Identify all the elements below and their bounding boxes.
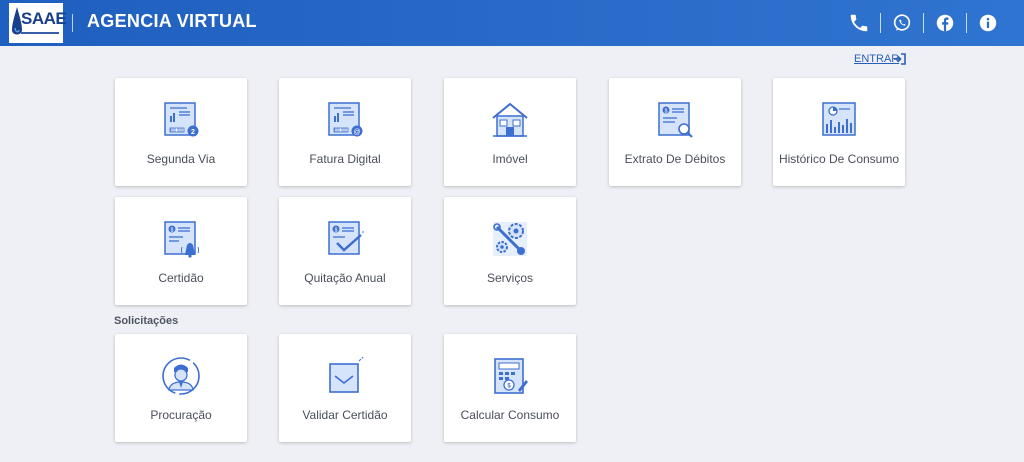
svg-text:2: 2 [191,129,195,136]
calculator-icon: $ [494,358,528,394]
card-validar-certidao[interactable]: Validar Certidão [279,334,411,442]
card-label: Validar Certidão [302,408,388,422]
card-procuracao[interactable]: Procuração [115,334,247,442]
card-label: Calcular Consumo [460,408,560,422]
card-historico-consumo[interactable]: Histórico De Consumo [773,78,905,186]
card-fatura-digital[interactable]: @ Fatura Digital [279,78,411,186]
card-calcular-consumo[interactable]: $ Calcular Consumo [444,334,576,442]
sign-in-icon[interactable] [893,53,906,65]
house-icon [492,102,528,137]
card-label: Histórico De Consumo [778,152,900,166]
card-label: Certidão [158,271,204,285]
services-icon [493,222,527,256]
card-label: Procuração [150,408,212,422]
svg-text:$: $ [665,109,668,115]
svg-text:@: @ [353,129,360,136]
saae-logo[interactable]: SAAE [9,3,67,43]
card-certidao[interactable]: $ Certidão [115,197,247,305]
card-label: Quitação Anual [304,271,386,285]
certificate-icon: $ [164,221,199,258]
card-segunda-via[interactable]: 2 Segunda Via [115,78,247,186]
header-divider [72,14,73,32]
header-icon-divider [923,13,924,33]
page-title: AGENCIA VIRTUAL [87,11,257,31]
card-quitacao-anual[interactable]: $ Quitação Anual [279,197,411,305]
card-label: Fatura Digital [309,152,381,166]
card-label: Serviços [486,271,533,285]
info-icon[interactable] [977,12,999,34]
invoice-copy-icon: 2 [164,102,199,137]
annual-discharge-icon: $ [328,221,364,255]
whatsapp-icon[interactable] [891,12,913,34]
validate-certificate-icon [329,357,364,393]
logo-text: SAAE [21,9,67,28]
svg-text:$: $ [171,228,174,234]
digital-invoice-icon: @ [328,102,363,137]
header-icon-divider [880,13,881,33]
card-servicos[interactable]: Serviços [444,197,576,305]
section-title-solicitacoes: Solicitações [114,315,179,327]
facebook-icon[interactable] [934,12,956,34]
svg-text:$: $ [335,228,338,234]
consumption-history-icon [822,102,856,136]
debt-statement-icon: $ [658,102,693,138]
card-imovel[interactable]: Imóvel [444,78,576,186]
power-of-attorney-icon [162,357,200,395]
card-label: Segunda Via [146,152,216,166]
header-icon-divider [966,13,967,33]
phone-icon[interactable] [848,12,870,34]
card-label: Imóvel [492,152,528,166]
logo-underline [21,32,59,34]
card-extrato-debitos[interactable]: $ Extrato De Débitos [609,78,741,186]
top-header: SAAE AGENCIA VIRTUAL [0,0,1024,46]
card-label: Extrato De Débitos [624,152,726,166]
